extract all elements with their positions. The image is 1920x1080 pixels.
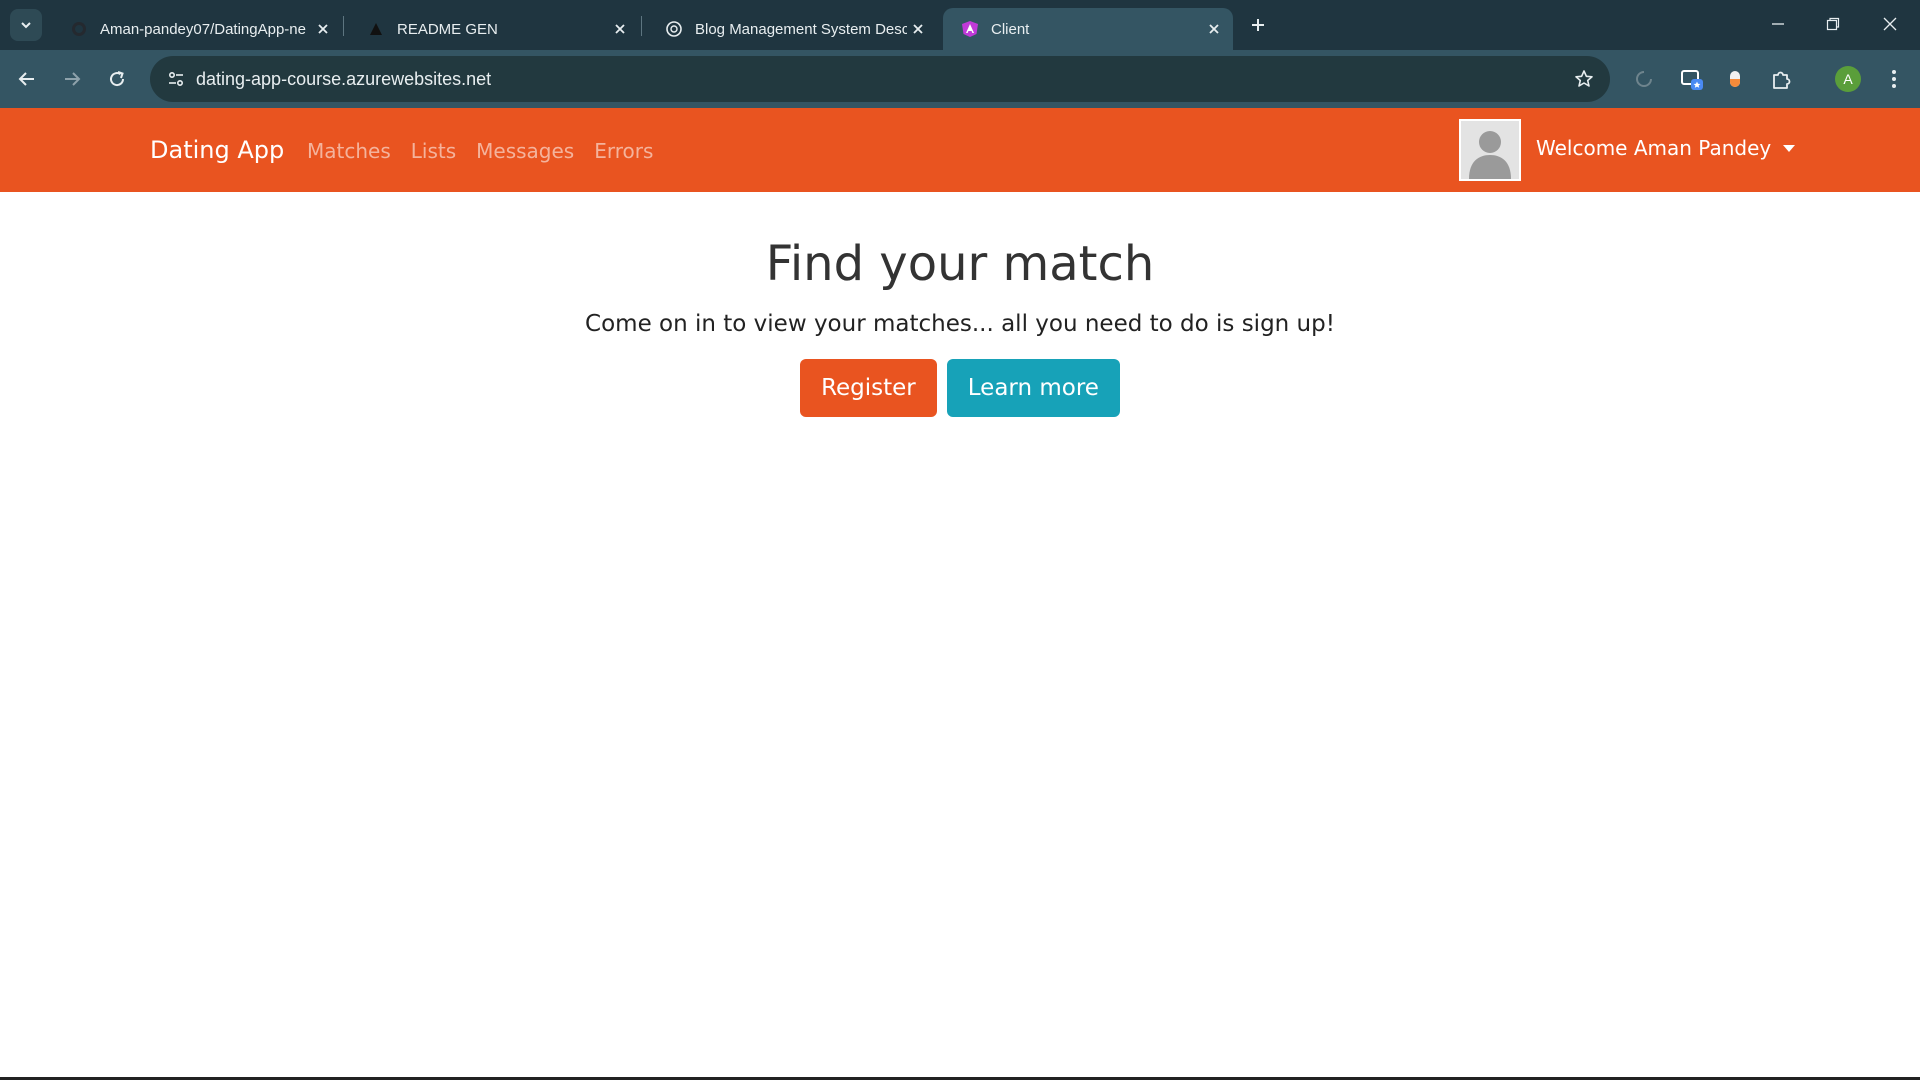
new-tab-button[interactable]: [1245, 12, 1271, 38]
reload-button[interactable]: [101, 63, 133, 95]
hero-subtitle: Come on in to view your matches... all y…: [585, 310, 1335, 337]
close-tab-button[interactable]: [1203, 18, 1225, 40]
hero-buttons: Register Learn more: [0, 358, 1920, 417]
hero-section: Find your match Come on in to view your …: [0, 192, 1920, 417]
chatgpt-icon: [665, 20, 683, 38]
restore-button[interactable]: [1813, 8, 1853, 40]
nav-link-lists[interactable]: Lists: [411, 139, 456, 163]
tab-title: Client: [991, 20, 1030, 38]
chevron-down-icon: [21, 22, 31, 29]
nav-link-messages[interactable]: Messages: [476, 139, 574, 163]
window-extension-icon: [1681, 70, 1703, 90]
profile-button[interactable]: A: [1832, 63, 1864, 95]
tab-divider: [343, 16, 344, 36]
bookmark-button[interactable]: [1572, 67, 1596, 91]
url-text: dating-app-course.azurewebsites.net: [196, 69, 492, 89]
nav-links: Matches Lists Messages Errors: [307, 139, 653, 163]
brand-link[interactable]: Dating App: [150, 136, 284, 164]
close-icon: [1883, 17, 1897, 31]
close-tab-button[interactable]: [907, 18, 929, 40]
close-icon: [1209, 24, 1219, 34]
github-icon: [70, 20, 88, 38]
reload-icon: [110, 71, 125, 87]
back-button[interactable]: [11, 63, 43, 95]
register-button[interactable]: Register: [800, 358, 937, 417]
arrow-left-icon: [18, 72, 34, 86]
readme-gen-icon: [367, 20, 385, 38]
nav-link-matches[interactable]: Matches: [307, 139, 391, 163]
browser-toolbar: dating-app-course.azurewebsites.net A: [0, 50, 1920, 139]
welcome-text: Welcome Aman Pandey: [1536, 136, 1772, 160]
browser-tab-strip: Aman-pandey07/DatingApp-ne README GEN Bl…: [0, 0, 1920, 50]
tab-title: Aman-pandey07/DatingApp-ne: [100, 20, 306, 38]
close-icon: [318, 24, 328, 34]
user-placeholder-icon: [1469, 131, 1511, 179]
address-bar[interactable]: dating-app-course.azurewebsites.net: [150, 56, 1610, 102]
site-info-button[interactable]: [160, 63, 192, 95]
extension-capsule-button[interactable]: [1719, 63, 1751, 95]
star-icon: [1575, 70, 1593, 87]
restore-icon: [1826, 17, 1840, 31]
tab-search-button[interactable]: [10, 9, 42, 41]
capsule-icon: [1730, 71, 1740, 87]
learn-more-button[interactable]: Learn more: [946, 358, 1120, 417]
caret-down-icon: [1783, 144, 1796, 152]
app-navbar: Dating App Matches Lists Messages Errors…: [0, 108, 1920, 192]
minimize-button[interactable]: [1758, 8, 1798, 40]
tab-client[interactable]: Client: [943, 8, 1233, 50]
minimize-icon: [1772, 23, 1784, 25]
tab-github[interactable]: Aman-pandey07/DatingApp-ne: [52, 8, 342, 50]
tab-title: README GEN: [397, 20, 498, 38]
profile-avatar: A: [1835, 66, 1861, 92]
user-avatar[interactable]: [1459, 119, 1521, 181]
close-icon: [913, 24, 923, 34]
hero-title: Find your match: [765, 236, 1155, 292]
forward-button[interactable]: [56, 63, 88, 95]
angular-icon: [961, 20, 979, 38]
tab-divider: [641, 16, 642, 36]
extensions-button[interactable]: [1765, 63, 1797, 95]
plus-icon: [1252, 19, 1264, 31]
close-window-button[interactable]: [1870, 8, 1910, 40]
more-vertical-icon: [1892, 70, 1896, 88]
user-dropdown-toggle[interactable]: Welcome Aman Pandey: [1536, 136, 1796, 160]
puzzle-icon: [1773, 71, 1791, 89]
tab-title: Blog Management System Desc: [695, 20, 907, 38]
close-tab-button[interactable]: [609, 18, 631, 40]
tune-icon: [168, 71, 184, 87]
tab-blog-management[interactable]: Blog Management System Desc: [647, 8, 937, 50]
close-tab-button[interactable]: [312, 18, 334, 40]
extension-loading-button[interactable]: [1628, 63, 1660, 95]
tab-readme-gen[interactable]: README GEN: [349, 8, 639, 50]
nav-link-errors[interactable]: Errors: [594, 139, 653, 163]
close-icon: [615, 24, 625, 34]
arrow-right-icon: [65, 72, 81, 86]
loading-icon: [1636, 71, 1652, 87]
extension-tabs-button[interactable]: [1676, 63, 1708, 95]
menu-button[interactable]: [1878, 63, 1910, 95]
